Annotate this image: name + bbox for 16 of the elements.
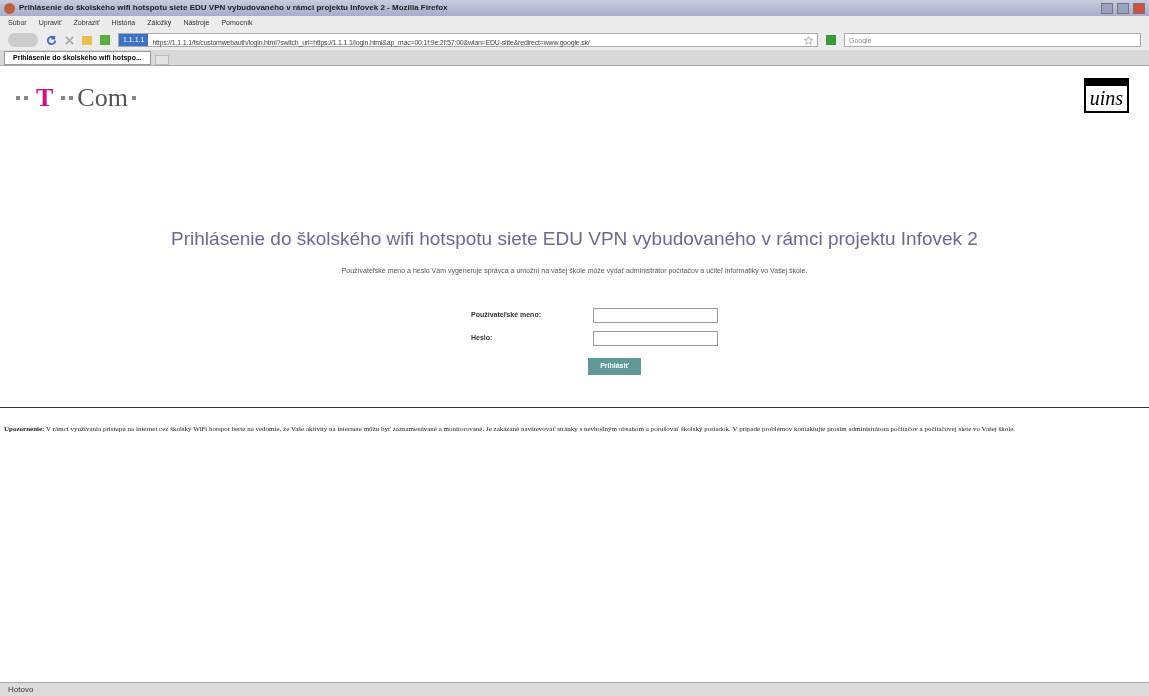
window-title: Prihlásenie do školského wifi hotspotu siete EDU VPN vybudovaného v rámci projektu Infovek 2 - Mozilla Firefox <box>19 2 449 14</box>
page-heading: Prihlásenie do školského wifi hotspotu siete EDU VPN vybudovaného v rámci projektu Infovek 2 <box>170 227 979 251</box>
star-icon[interactable] <box>804 35 813 45</box>
uins-logo: uins <box>1083 78 1129 113</box>
maximize-button[interactable] <box>1117 2 1129 14</box>
stop-icon[interactable] <box>65 35 74 45</box>
new-tab-button[interactable] <box>154 55 169 65</box>
reload-icon[interactable] <box>46 34 57 46</box>
logo-mark: T <box>36 82 54 114</box>
logo-name: Com <box>77 82 128 114</box>
status-text: Hotovo <box>8 683 34 696</box>
input-field[interactable] <box>593 308 718 323</box>
input-field[interactable] <box>593 331 718 346</box>
close-button[interactable] <box>1133 2 1145 14</box>
minimize-button[interactable] <box>1101 2 1113 14</box>
back-button[interactable] <box>8 33 38 47</box>
